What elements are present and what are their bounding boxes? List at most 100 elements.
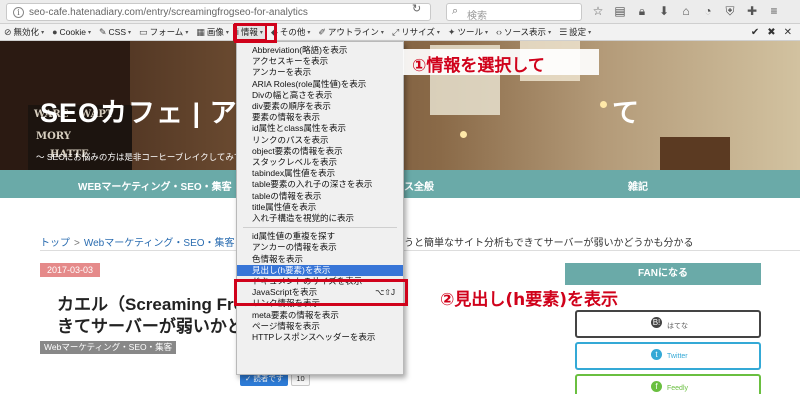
devbar-item-label: ツール (457, 27, 483, 37)
category-tag[interactable]: Webマーケティング・SEO・集客 (40, 341, 177, 354)
menu-item[interactable]: table要素の入れ子の深さを表示 (237, 179, 403, 190)
chevron-down-icon: ▾ (588, 29, 592, 36)
menu-item-headings[interactable]: 見出し(h要素)を表示 (237, 264, 403, 276)
reload-icon[interactable]: ↻ (412, 2, 421, 15)
menu-item[interactable]: アンカーを表示 (237, 67, 403, 78)
follow-label: はてな (667, 323, 688, 330)
devbar-item-9[interactable]: ✦ ツール ▾ (444, 24, 492, 41)
devbar-item-icon: ▭ (139, 26, 148, 37)
menu-item[interactable]: アクセスキーを表示 (237, 56, 403, 67)
devbar-item-icon: ✦ (447, 26, 456, 37)
menu-item[interactable]: HTTPレスポンスヘッダーを表示 (237, 332, 403, 343)
annotation-step1: ①情報を選択して (412, 56, 545, 76)
site-info-icon[interactable]: i (13, 7, 24, 18)
menu-divider (243, 227, 397, 229)
nav-item-misc[interactable]: 雑記 (628, 178, 648, 193)
menu-icon[interactable]: ≡ (766, 3, 782, 19)
post-date[interactable]: 2017-03-03 (40, 263, 100, 277)
breadcrumb-current: うと簡単なサイト分析もできてサーバーが弱いかどうかも分かる (404, 238, 694, 249)
lamp-image (460, 131, 467, 138)
menu-item-label: 見出し(h要素)を表示 (252, 264, 331, 275)
menu-item[interactable]: ページ情報を表示 (237, 321, 403, 332)
web-developer-toolbar: ⊘ 無効化 ▾ ● Cookie ▾ ✎ CSS ▾ ▭ フォーム ▾ ▦ 画像 ▾ i 情報 ▾ ◆ その他 ▾ ✐ アウ… (0, 23, 800, 41)
devbar-item-icon: ⊘ (4, 26, 12, 37)
breadcrumb-category[interactable]: Webマーケティング・SEO・集客 (84, 238, 235, 249)
sidebar-heading: FANになる (565, 263, 761, 285)
site-title[interactable]: SEOカフェ | ア (40, 91, 238, 130)
devbar-item-11[interactable]: ☰ 設定 ▾ (555, 24, 595, 41)
devbar-item-label: ソース表示 (503, 27, 547, 37)
menu-item[interactable]: Abbreviation(略語)を表示 (237, 45, 403, 56)
devbar-item-icon: ✎ (99, 26, 107, 37)
menu-item[interactable]: スタックレベルを表示 (237, 157, 403, 168)
menu-item[interactable]: tableの情報を表示 (237, 191, 403, 202)
devbar-item-0[interactable]: ⊘ 無効化 ▾ (0, 24, 48, 41)
menu-item[interactable]: リンクのパスを表示 (237, 135, 403, 146)
home-icon[interactable]: ⌂ (678, 3, 694, 19)
nav-item-web-marketing[interactable]: WEBマーケティング・SEO・集客 (78, 178, 232, 193)
menu-item-label: アンカーの情報を表示 (252, 242, 337, 253)
chevron-down-icon: ▾ (185, 29, 189, 36)
follow-feedly-button[interactable]: f Feedly (575, 374, 761, 394)
menu-item[interactable]: 色情報を表示 (237, 254, 403, 265)
breadcrumb: トップ>Webマーケティング・SEO・集客> (40, 234, 248, 249)
cross-icon[interactable]: ✖ (767, 27, 775, 38)
devbar-item-10[interactable]: ‹› ソース表示 ▾ (492, 24, 555, 41)
devbar-item-icon: ‹› (495, 27, 502, 37)
annotation-box-info-menu (234, 23, 277, 43)
chevron-down-icon: ▾ (87, 29, 91, 36)
menu-item[interactable]: id属性値の重複を探す (237, 231, 403, 242)
shield-icon[interactable]: ⛨ (722, 3, 738, 19)
menu-item-label: meta要素の情報を表示 (252, 309, 339, 320)
nav-item-business[interactable]: ス全般 (404, 178, 434, 193)
menu-item[interactable]: id属性とclass属性を表示 (237, 123, 403, 134)
chat-icon[interactable]: ◔ (700, 3, 716, 19)
menu-item[interactable]: ARIA Roles(role属性値)を表示 (237, 79, 403, 90)
menu-item[interactable]: meta要素の情報を表示 (237, 310, 403, 321)
devbar-item-label: アウトライン (327, 27, 379, 37)
divider (40, 250, 800, 251)
menu-item-label: id属性値の重複を探す (252, 231, 336, 242)
menu-item-label: HTTPレスポンスヘッダーを表示 (252, 332, 376, 342)
chevron-down-icon: ▾ (380, 29, 384, 36)
lamp-image (600, 101, 607, 108)
reading-list-icon[interactable]: ▤ (612, 3, 628, 19)
extension-icon[interactable]: ✚ (744, 3, 760, 19)
menu-item[interactable]: Divの幅と高さを表示 (237, 90, 403, 101)
menu-item[interactable]: div要素の順序を表示 (237, 101, 403, 112)
address-bar[interactable]: i seo-cafe.hatenadiary.com/entry/screami… (6, 3, 431, 21)
article-title-line2[interactable]: きてサーバーが弱いかど (57, 312, 244, 337)
devbar-item-label: フォーム (149, 27, 184, 37)
devbar-item-7[interactable]: ✐ アウトライン ▾ (314, 24, 388, 41)
breadcrumb-home[interactable]: トップ (40, 238, 70, 249)
close-icon[interactable]: ✕ (784, 27, 792, 38)
chevron-down-icon: ▾ (548, 29, 552, 36)
follow-twitter-button[interactable]: t Twitter (575, 342, 761, 370)
devbar-item-label: 設定 (569, 27, 587, 37)
lock-icon[interactable]: 🔒︎ (634, 3, 650, 19)
devbar-item-label: リサイズ (401, 27, 435, 37)
menu-item[interactable]: アンカーの情報を表示 (237, 242, 403, 253)
devbar-item-2[interactable]: ✎ CSS ▾ (95, 24, 135, 41)
follow-label: Twitter (667, 353, 688, 360)
checkmark-icon[interactable]: ✔ (751, 27, 759, 38)
site-subtitle: ～ SEOにお悩みの方は是非コーヒーブレイクしてみて (36, 152, 243, 162)
devbar-item-8[interactable]: ⤢ リサイズ ▾ (388, 24, 444, 41)
devbar-item-4[interactable]: ▦ 画像 ▾ (192, 24, 233, 41)
search-input[interactable]: ⌕ 検索 (446, 3, 582, 22)
menu-item[interactable]: 要素の情報を表示 (237, 112, 403, 123)
devbar-item-3[interactable]: ▭ フォーム ▾ (135, 24, 192, 41)
information-menu: Abbreviation(略語)を表示 アクセスキーを表示 アンカーを表示 ARIA … (236, 41, 404, 375)
menu-item[interactable]: object要素の情報を表示 (237, 146, 403, 157)
follow-hatena-button[interactable]: B! はてな (575, 310, 761, 338)
download-icon[interactable]: ⬇ (656, 3, 672, 19)
chevron-down-icon: ▾ (484, 29, 488, 36)
devbar-item-1[interactable]: ● Cookie ▾ (48, 24, 95, 41)
menu-item[interactable]: title属性値を表示 (237, 202, 403, 213)
table-image (660, 137, 730, 170)
star-icon[interactable]: ☆ (590, 3, 606, 19)
menu-item[interactable]: tabindex属性値を表示 (237, 168, 403, 179)
annotation-box-headings-item (234, 279, 408, 306)
menu-item[interactable]: 入れ子構造を視覚的に表示 (237, 213, 403, 224)
site-title-tail[interactable]: て (612, 91, 639, 130)
